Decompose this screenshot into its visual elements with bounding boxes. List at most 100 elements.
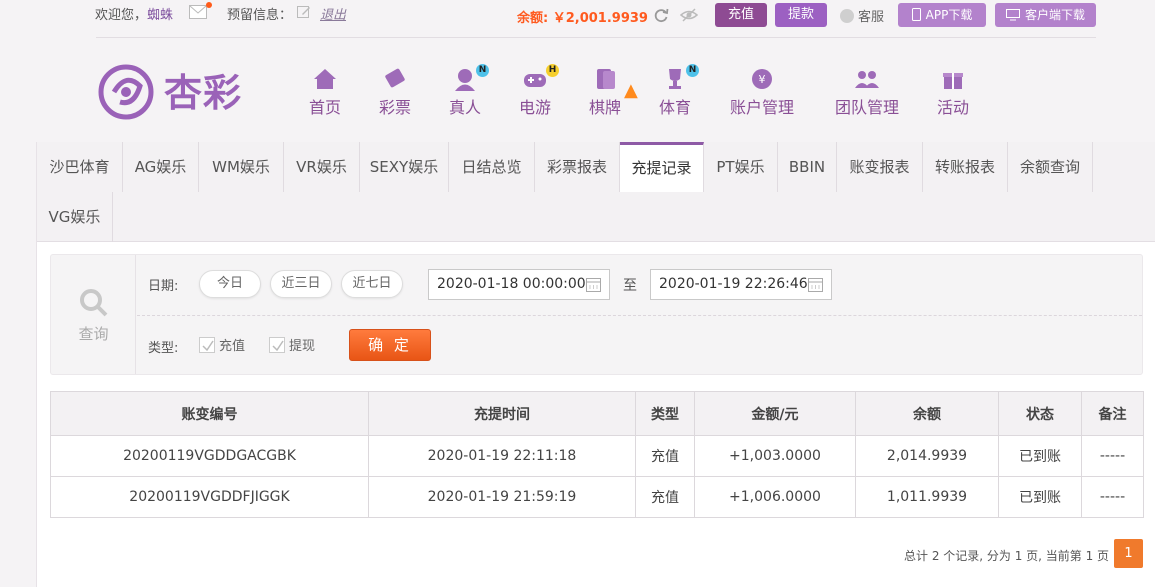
mail-icon[interactable] (189, 5, 207, 19)
table-row: 20200119VGDDFJIGGK 2020-01-19 21:59:19 充… (50, 476, 1144, 518)
cell-amount: +1,006.0000 (694, 476, 856, 518)
top-bar: 欢迎您，蜘蛛 预留信息： 退出 余额: ￥2,001.9939 充值 提款 客服… (0, 0, 1155, 38)
calendar-icon[interactable] (808, 277, 823, 292)
page-button-current[interactable]: 1 (1114, 539, 1143, 568)
cards-icon (597, 69, 615, 89)
reserve-info-label: 预留信息： (227, 8, 293, 23)
col-amount: 金额/元 (694, 391, 856, 436)
cell-amount: +1,003.0000 (694, 435, 856, 477)
today-button[interactable]: 今日 (199, 270, 261, 298)
refresh-icon[interactable] (653, 7, 669, 23)
cell-type: 充值 (635, 476, 695, 518)
nav-live[interactable]: 真人 N (447, 64, 489, 118)
query-label: 查询 (78, 325, 109, 343)
trophy-icon (669, 69, 681, 89)
nav-sports[interactable]: 体育 N (657, 64, 699, 118)
gamepad-icon (524, 74, 546, 87)
nav-lottery[interactable]: 彩票 (377, 66, 413, 118)
tab-pt[interactable]: PT娱乐 (704, 142, 778, 192)
nav-chess-cards[interactable]: 棋牌 (587, 66, 623, 118)
hide-balance-icon[interactable] (680, 7, 698, 23)
deposit-checkbox[interactable]: 充值 (199, 335, 245, 354)
col-remark: 备注 (1081, 391, 1144, 436)
date-label: 日期: (148, 279, 179, 294)
col-time: 充提时间 (368, 391, 636, 436)
tab-wm[interactable]: WM娱乐 (199, 142, 284, 192)
to-label: 至 (623, 278, 637, 294)
col-status: 状态 (998, 391, 1082, 436)
nav-home[interactable]: 首页 (307, 66, 343, 118)
tab-ag[interactable]: AG娱乐 (123, 142, 199, 192)
checkbox-box (269, 337, 285, 353)
cell-type: 充值 (635, 435, 695, 477)
tab-balance-change-report[interactable]: 账变报表 (837, 142, 923, 192)
lottery-ticket-icon (385, 68, 405, 88)
confirm-button[interactable]: 确 定 (349, 329, 431, 361)
report-tabs: 沙巴体育 AG娱乐 WM娱乐 VR娱乐 SEXY娱乐 日结总览 彩票报表 充提记… (37, 142, 1155, 242)
records-table: 账变编号 充提时间 类型 金额/元 余额 状态 备注 20200119VGDDG… (50, 391, 1144, 518)
cell-status: 已到账 (998, 435, 1082, 477)
brand-logo-icon[interactable] (96, 62, 160, 120)
cell-balance: 1,011.9939 (855, 476, 999, 518)
home-icon (314, 69, 336, 89)
cell-remark: ----- (1081, 435, 1144, 477)
nav-promotions[interactable]: 活动 (935, 66, 971, 118)
app-download-button[interactable]: APP下载 (898, 3, 986, 27)
header-divider (96, 37, 1096, 38)
withdraw-button[interactable]: 提款 (775, 3, 827, 27)
query-section: 查询 (51, 255, 136, 374)
type-label: 类型: (148, 341, 179, 356)
cell-status: 已到账 (998, 476, 1082, 518)
tab-transfer-report[interactable]: 转账报表 (923, 142, 1008, 192)
deposit-button[interactable]: 充值 (715, 3, 767, 27)
svg-text:¥: ¥ (759, 73, 766, 86)
tab-deposit-withdraw-records[interactable]: 充提记录 (620, 142, 704, 192)
calendar-icon[interactable] (586, 277, 601, 292)
new-badge: N (476, 64, 489, 77)
username[interactable]: 蜘蛛 (147, 8, 173, 23)
tab-vg[interactable]: VG娱乐 (37, 192, 113, 242)
end-date-input[interactable]: 2020-01-19 22:26:46 (650, 269, 832, 300)
cell-balance: 2,014.9939 (855, 435, 999, 477)
search-divider (137, 315, 1142, 316)
cell-time: 2020-01-19 22:11:18 (368, 435, 636, 477)
col-balance: 余额 (855, 391, 999, 436)
tab-bbin[interactable]: BBIN (778, 142, 837, 192)
live-dealer-icon (455, 69, 475, 91)
unread-dot (206, 2, 212, 8)
cell-time: 2020-01-19 21:59:19 (368, 476, 636, 518)
tab-sexy[interactable]: SEXY娱乐 (360, 142, 449, 192)
cell-remark: ----- (1081, 476, 1144, 518)
team-icon (855, 71, 879, 88)
client-download-button[interactable]: 客户端下载 (995, 3, 1096, 27)
col-transaction-id: 账变编号 (50, 391, 369, 436)
tab-vr[interactable]: VR娱乐 (284, 142, 360, 192)
cell-transaction-id: 20200119VGDDFJIGGK (50, 476, 369, 518)
nav-team[interactable]: 团队管理 (832, 66, 902, 118)
monitor-icon (1005, 9, 1020, 21)
tab-daily-summary[interactable]: 日结总览 (449, 142, 535, 192)
nav-account[interactable]: ¥ 账户管理 (727, 66, 797, 118)
phone-icon (911, 8, 921, 21)
start-date-input[interactable]: 2020-01-18 00:00:00 (428, 269, 610, 300)
logout-link[interactable]: 退出 (320, 4, 346, 23)
service-avatar-icon (840, 9, 854, 23)
withdraw-checkbox[interactable]: 提现 (269, 335, 315, 354)
hot-badge: H (546, 64, 559, 77)
table-header-row: 账变编号 充提时间 类型 金额/元 余额 状态 备注 (50, 391, 1144, 436)
col-type: 类型 (635, 391, 695, 436)
hot-fire-icon: ▲ (624, 80, 638, 101)
tab-shaba-sports[interactable]: 沙巴体育 (37, 142, 123, 192)
tab-balance-query[interactable]: 余额查询 (1008, 142, 1093, 192)
nav-egame[interactable]: 电游 H (517, 64, 559, 118)
balance-display: 余额: ￥2,001.9939 (517, 11, 648, 26)
yen-coin-icon: ¥ (752, 69, 772, 89)
edit-icon[interactable] (297, 5, 311, 19)
new-badge: N (686, 64, 699, 77)
pagination-summary: 总计 2 个记录, 分为 1 页, 当前第 1 页 (904, 549, 1110, 563)
customer-service-link[interactable]: 客服 (840, 6, 884, 25)
cell-transaction-id: 20200119VGDDGACGBK (50, 435, 369, 477)
last-7-days-button[interactable]: 近七日 (341, 270, 403, 298)
tab-lottery-report[interactable]: 彩票报表 (535, 142, 620, 192)
last-3-days-button[interactable]: 近三日 (270, 270, 332, 298)
